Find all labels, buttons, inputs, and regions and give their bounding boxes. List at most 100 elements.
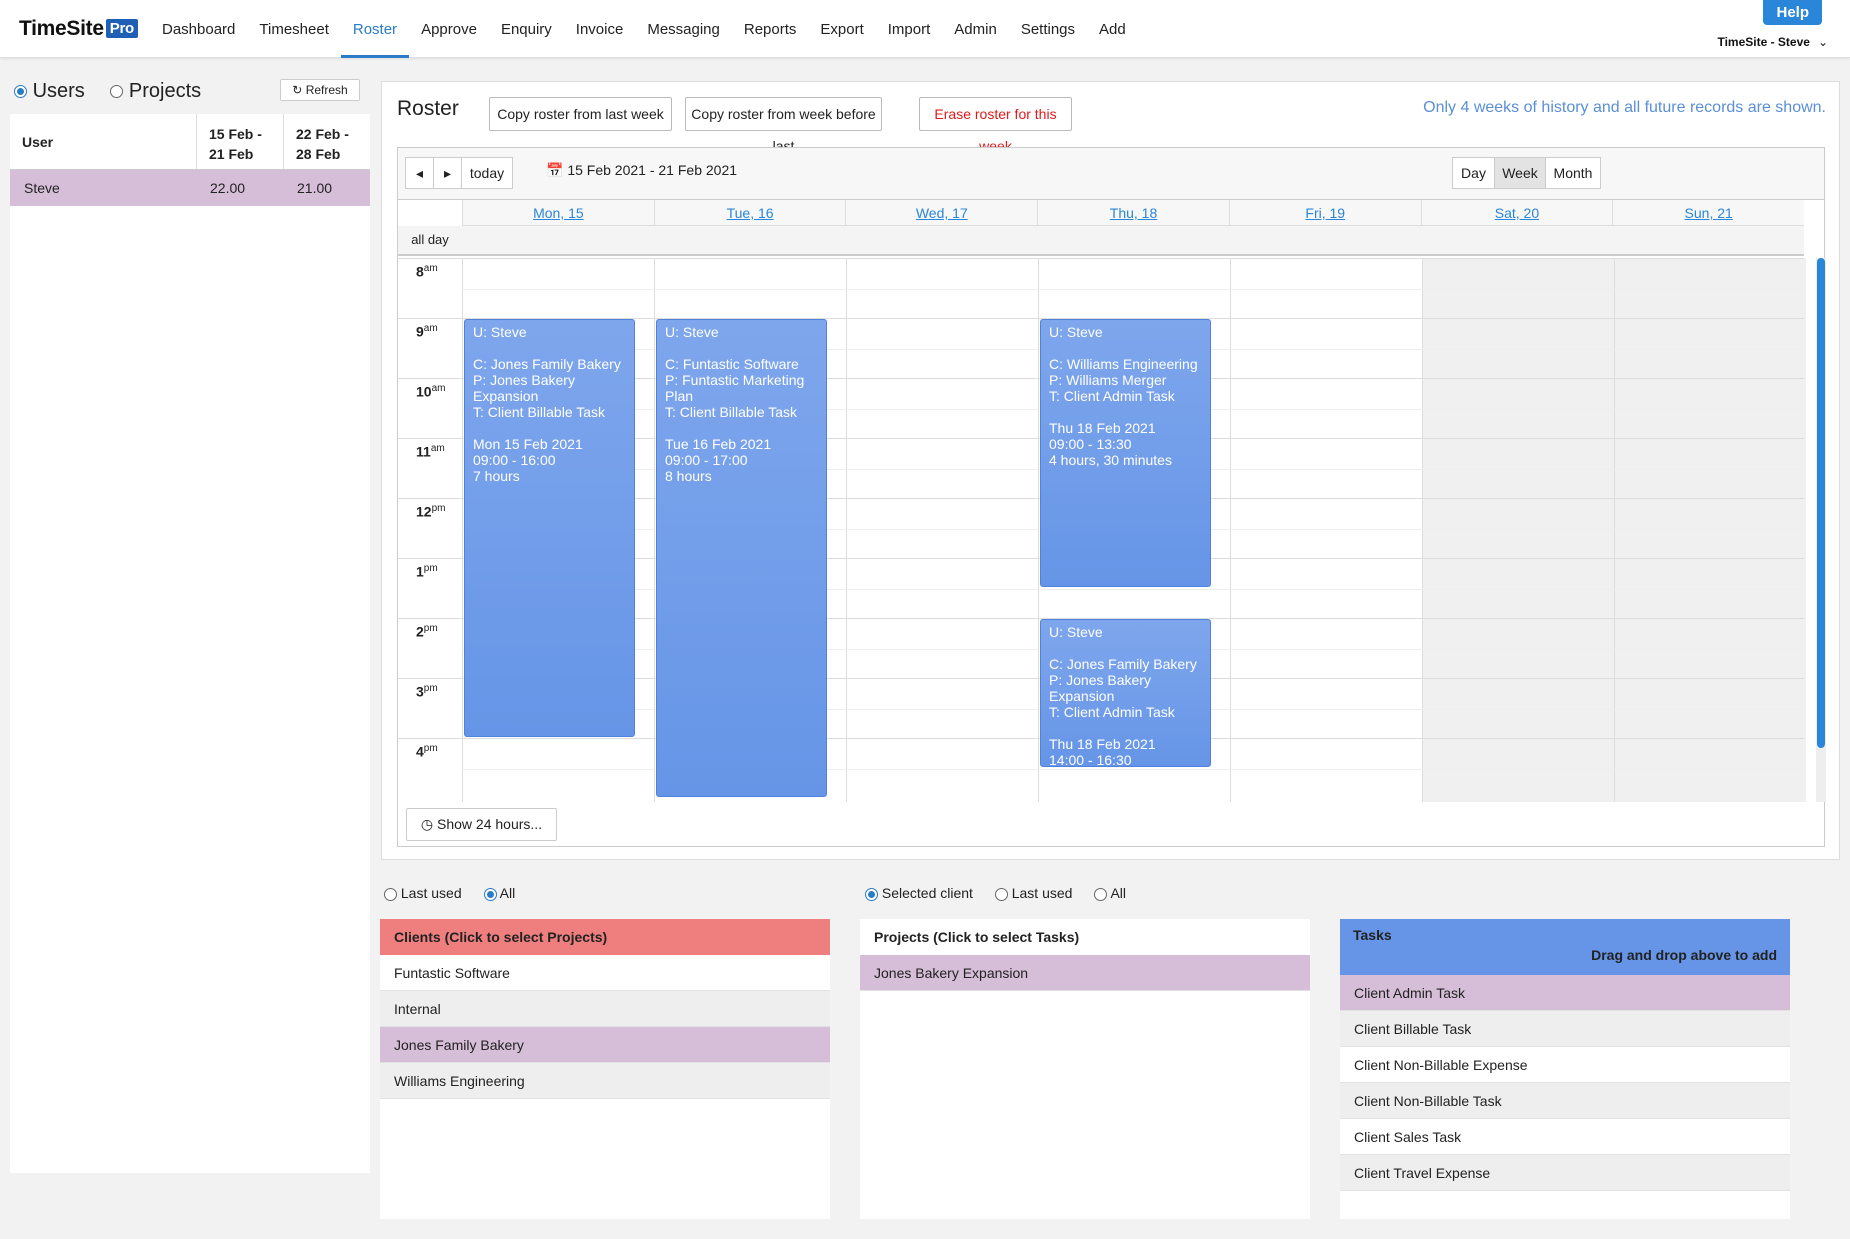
date-range[interactable]: 📅 15 Feb 2021 - 21 Feb 2021 xyxy=(546,162,737,179)
main-menu: Dashboard Timesheet Roster Approve Enqui… xyxy=(150,0,1138,58)
roster-event[interactable]: U: Steve C: Funtastic Software P: Funtast… xyxy=(656,319,827,797)
prev-week-button[interactable]: ◂ xyxy=(405,157,434,189)
all-day-label: all day xyxy=(411,232,449,247)
copy-week-before-last-button[interactable]: Copy roster from week before last xyxy=(685,97,882,154)
cell-user: Steve xyxy=(24,180,60,196)
calendar: ◂ ▸ today 📅 15 Feb 2021 - 21 Feb 2021 Da… xyxy=(397,147,1826,847)
nav-enquiry[interactable]: Enquiry xyxy=(489,0,564,58)
projects-list-header: Projects (Click to select Tasks) xyxy=(874,929,1080,945)
clients-filter-last-used[interactable]: Last used xyxy=(384,885,462,901)
nav-dashboard[interactable]: Dashboard xyxy=(150,0,247,58)
tasks-title: Tasks xyxy=(1353,927,1392,943)
nav-admin[interactable]: Admin xyxy=(942,0,1009,58)
list-item[interactable]: Funtastic Software xyxy=(380,955,830,991)
list-item[interactable]: Jones Bakery Expansion xyxy=(860,955,1310,991)
history-note: Only 4 weeks of history and all future r… xyxy=(1423,99,1826,116)
day-header-mon[interactable]: Mon, 15 xyxy=(462,200,654,225)
nav-reports[interactable]: Reports xyxy=(732,0,809,58)
caret-left-icon: ◂ xyxy=(415,165,424,181)
calendar-scrollbar[interactable] xyxy=(1816,258,1826,802)
list-item[interactable]: Client Non-Billable Task xyxy=(1340,1083,1790,1119)
nav-timesheet[interactable]: Timesheet xyxy=(247,0,340,58)
user-summary-panel: Users Projects ↻ Refresh User 15 Feb -21… xyxy=(10,70,370,1173)
page-title: Roster xyxy=(397,97,459,120)
list-item[interactable]: Client Travel Expense xyxy=(1340,1155,1790,1191)
nav-roster[interactable]: Roster xyxy=(340,0,410,58)
day-header-tue[interactable]: Tue, 16 xyxy=(653,200,846,225)
table-row[interactable]: Steve 22.00 21.00 xyxy=(10,170,370,206)
calendar-toolbar: ◂ ▸ today 📅 15 Feb 2021 - 21 Feb 2021 Da… xyxy=(398,148,1824,200)
nav-export[interactable]: Export xyxy=(808,0,875,58)
table-header: User 15 Feb -21 Feb 22 Feb -28 Feb xyxy=(10,114,370,170)
list-item[interactable]: Jones Family Bakery xyxy=(380,1027,830,1063)
users-radio[interactable]: Users xyxy=(14,80,85,102)
projects-filter: Selected client Last used All xyxy=(865,885,1144,901)
col-user: User xyxy=(22,134,54,150)
list-item[interactable]: Williams Engineering xyxy=(380,1063,830,1099)
nav-invoice[interactable]: Invoice xyxy=(564,0,636,58)
projects-radio[interactable]: Projects xyxy=(110,80,201,102)
user-menu[interactable]: TimeSite - Steve ⌄ xyxy=(1717,35,1828,49)
tasks-drag-hint: Drag and drop above to add xyxy=(1591,947,1777,963)
tasks-list: Tasks Drag and drop above to add Client … xyxy=(1340,919,1790,1219)
clients-list-header: Clients (Click to select Projects) xyxy=(380,919,830,955)
clients-filter-all[interactable]: All xyxy=(483,885,515,901)
clients-list: Clients (Click to select Projects) Funta… xyxy=(380,919,830,1219)
nav-settings[interactable]: Settings xyxy=(1009,0,1087,58)
chevron-down-icon: ⌄ xyxy=(1817,35,1828,49)
show-24-hours-button[interactable]: ◷ Show 24 hours... xyxy=(406,808,557,841)
next-week-button[interactable]: ▸ xyxy=(433,157,462,189)
today-button[interactable]: today xyxy=(461,157,513,189)
day-header-thu[interactable]: Thu, 18 xyxy=(1037,200,1229,225)
time-grid[interactable]: 8am 9am 10am 11am 12pm 1pm 2pm 3pm 4pm U… xyxy=(398,258,1826,802)
radio-selected-icon xyxy=(14,85,27,99)
col-week1: 15 Feb -21 Feb xyxy=(196,114,283,169)
day-header-fri[interactable]: Fri, 19 xyxy=(1228,200,1421,225)
list-item[interactable]: Client Admin Task xyxy=(1340,975,1790,1011)
col-week2: 22 Feb -28 Feb xyxy=(283,114,370,169)
projects-filter-last-used[interactable]: Last used xyxy=(994,885,1072,901)
app-logo[interactable]: TimeSite Pro xyxy=(19,17,138,41)
list-item[interactable]: Client Non-Billable Expense xyxy=(1340,1047,1790,1083)
view-week-button[interactable]: Week xyxy=(1494,157,1546,189)
list-item[interactable]: Client Billable Task xyxy=(1340,1011,1790,1047)
roster-event[interactable]: U: Steve C: Jones Family Bakery P: Jones … xyxy=(1040,619,1211,767)
refresh-button[interactable]: ↻ Refresh xyxy=(280,79,360,101)
view-day-button[interactable]: Day xyxy=(1452,157,1495,189)
all-day-row[interactable]: all day xyxy=(398,226,1804,256)
nav-approve[interactable]: Approve xyxy=(409,0,489,58)
nav-import[interactable]: Import xyxy=(876,0,943,58)
day-header-row: Mon, 15 Tue, 16 Wed, 17 Thu, 18 Fri, 19 … xyxy=(462,200,1804,226)
day-header-sun[interactable]: Sun, 21 xyxy=(1612,200,1804,225)
projects-filter-selected-client[interactable]: Selected client xyxy=(865,885,973,901)
roster-event[interactable]: U: Steve C: Williams Engineering P: Willi… xyxy=(1040,319,1211,587)
radio-icon xyxy=(384,887,397,901)
radio-icon xyxy=(994,887,1008,901)
projects-list: Projects (Click to select Tasks) Jones B… xyxy=(860,919,1310,1219)
help-button[interactable]: Help xyxy=(1763,0,1822,25)
view-month-button[interactable]: Month xyxy=(1545,157,1601,189)
caret-right-icon: ▸ xyxy=(443,165,452,181)
roster-event[interactable]: U: Steve C: Jones Family Bakery P: Jones … xyxy=(464,319,635,737)
erase-roster-button[interactable]: Erase roster for this week xyxy=(919,97,1072,154)
cell-week2: 21.00 xyxy=(297,180,333,196)
user-hours-table: User 15 Feb -21 Feb 22 Feb -28 Feb Steve… xyxy=(10,114,370,1173)
list-item[interactable]: Client Sales Task xyxy=(1340,1119,1790,1155)
cell-week1: 22.00 xyxy=(210,180,246,196)
day-header-wed[interactable]: Wed, 17 xyxy=(845,200,1037,225)
user-menu-label: TimeSite - Steve xyxy=(1717,35,1810,49)
roster-panel: Roster Copy roster from last week Copy r… xyxy=(381,81,1840,860)
tasks-list-header: Tasks Drag and drop above to add xyxy=(1340,919,1790,975)
copy-last-week-button[interactable]: Copy roster from last week xyxy=(489,97,672,131)
list-item[interactable]: Internal xyxy=(380,991,830,1027)
scrollbar-thumb[interactable] xyxy=(1817,258,1825,748)
refresh-icon: ↻ xyxy=(292,83,303,97)
clock-icon: ◷ xyxy=(420,816,434,832)
nav-add[interactable]: Add xyxy=(1087,0,1138,58)
radio-selected-icon xyxy=(865,887,878,901)
projects-filter-all[interactable]: All xyxy=(1094,885,1126,901)
radio-icon xyxy=(110,85,124,99)
view-mode-radios: Users Projects xyxy=(14,80,221,103)
nav-messaging[interactable]: Messaging xyxy=(635,0,732,58)
day-header-sat[interactable]: Sat, 20 xyxy=(1420,200,1613,225)
